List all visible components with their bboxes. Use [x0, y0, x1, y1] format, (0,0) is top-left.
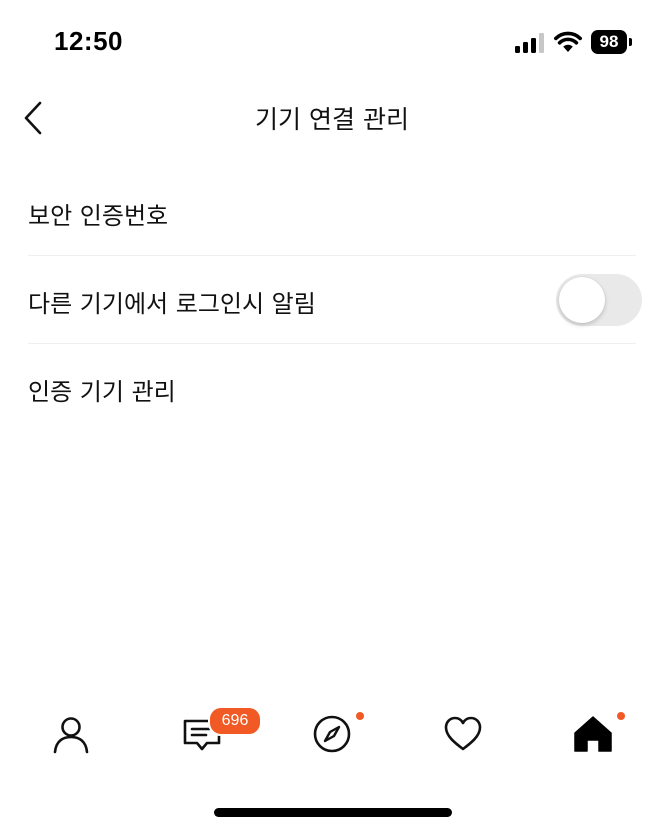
home-notification-dot — [617, 712, 625, 720]
home-indicator — [214, 808, 452, 817]
toggle-knob — [559, 277, 605, 323]
header: 기기 연결 관리 — [0, 90, 664, 146]
tab-explore[interactable] — [304, 706, 360, 762]
person-icon — [53, 717, 89, 754]
tab-bar: 696 — [0, 696, 664, 776]
battery-level: 98 — [591, 30, 627, 54]
settings-list: 보안 인증번호 다른 기기에서 로그인시 알림 인증 기기 관리 — [0, 168, 664, 431]
settings-item-label: 인증 기기 관리 — [28, 378, 176, 406]
battery-cap — [629, 38, 632, 46]
chat-badge: 696 — [208, 706, 262, 736]
heart-icon — [444, 716, 482, 751]
battery-icon: 98 — [591, 30, 633, 54]
settings-item-device-management[interactable]: 인증 기기 관리 — [28, 344, 636, 431]
compass-icon — [313, 715, 351, 753]
tab-home[interactable] — [565, 706, 621, 762]
status-time: 12:50 — [54, 26, 123, 56]
signal-icon — [515, 33, 544, 53]
explore-notification-dot — [356, 712, 364, 720]
wifi-icon — [554, 31, 582, 52]
settings-item-security-code[interactable]: 보안 인증번호 — [28, 168, 636, 256]
home-icon — [574, 716, 612, 752]
tab-profile[interactable] — [43, 706, 99, 762]
tab-favorites[interactable] — [435, 706, 491, 762]
status-bar: 12:50 98 — [0, 0, 664, 84]
settings-item-label: 다른 기기에서 로그인시 알림 — [28, 290, 316, 318]
page-title: 기기 연결 관리 — [255, 105, 409, 134]
settings-item-login-alert: 다른 기기에서 로그인시 알림 — [28, 256, 642, 344]
settings-item-label: 보안 인증번호 — [28, 202, 169, 230]
login-alert-toggle[interactable] — [556, 274, 642, 326]
